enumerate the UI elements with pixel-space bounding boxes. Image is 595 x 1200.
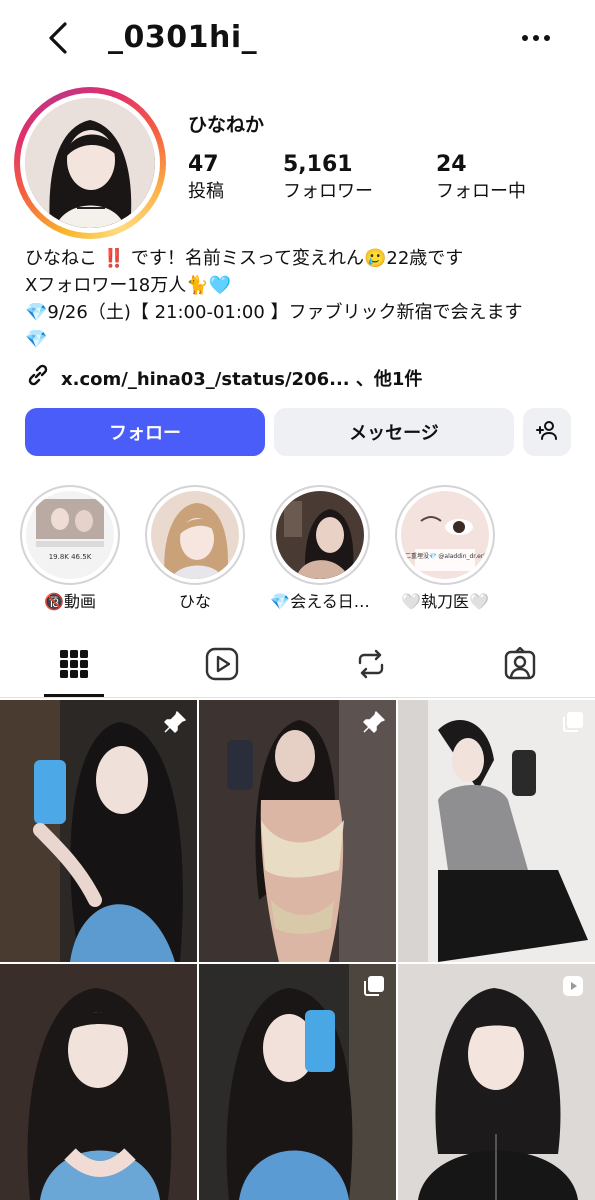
profile-link[interactable]: x.com/_hina03_/status/206... 、他1件 [25,362,422,393]
highlight-3-thumb [276,491,364,579]
link-icon [25,362,51,393]
reels-icon [205,647,239,685]
reel-icon [561,974,585,998]
grid-post-6[interactable] [398,964,595,1200]
bio-line-1: ひなねこ ‼️ です！名前ミスって変えれん🥲22歳です [25,248,464,269]
grid-post-5[interactable] [199,964,396,1200]
highlight-4[interactable]: 二重埋没💎 @aladdin_dr.eri [395,485,495,585]
repost-icon [354,647,388,685]
highlight-3[interactable] [270,485,370,585]
grid-post-2[interactable] [199,700,396,962]
bio-line-2: Xフォロワー18万人🐈🩵 [25,275,232,296]
highlight-1-label: 🔞動画 [44,592,96,611]
tab-tagged[interactable] [470,636,570,696]
tagged-person-icon [503,646,537,685]
profile-link-text: x.com/_hina03_/status/206... 、他1件 [61,368,423,390]
follow-button[interactable]: フォロー [25,408,265,456]
display-name: ひなねか [188,114,265,136]
highlight-4-caption: 二重埋没💎 @aladdin_dr.eri [405,552,485,560]
stat-posts-value: 47 [188,152,219,177]
tab-divider [0,697,595,698]
stat-following-label: フォロー中 [436,181,526,202]
stat-following[interactable]: 24 フォロー中 [436,152,526,203]
stat-followers-value: 5,161 [283,152,353,177]
highlight-4-thumb: 二重埋没💎 @aladdin_dr.eri [401,491,489,579]
highlight-3-label: 💎会える日… [270,592,370,611]
header-bar: _0301hi_ [0,0,595,80]
tab-reposts[interactable] [321,636,421,696]
stat-following-value: 24 [436,152,467,177]
stat-posts-label: 投稿 [188,181,224,202]
profile-username: _0301hi_ [108,20,258,55]
grid-icon [59,649,89,683]
bio-line-4: 💎 [25,329,48,350]
pin-icon [362,710,386,734]
suggested-users-button[interactable] [523,408,571,456]
chevron-left-icon[interactable] [40,18,80,58]
carousel-icon [362,974,386,998]
stat-followers[interactable]: 5,161 フォロワー [283,152,373,203]
grid-post-1[interactable] [0,700,197,962]
highlight-2-thumb [151,491,239,579]
pin-icon [163,710,187,734]
highlight-2-label: ひな [178,592,211,611]
grid-post-3[interactable] [398,700,595,962]
highlight-1-counts: 19.8K 46.5K [49,553,92,561]
grid-post-4[interactable] [0,964,197,1200]
more-horizontal-icon[interactable] [518,20,554,56]
highlight-2[interactable] [145,485,245,585]
tab-reels[interactable] [172,636,272,696]
highlight-1-thumb: 19.8K 46.5K [26,491,114,579]
add-person-icon [535,418,559,447]
carousel-icon [561,710,585,734]
stat-followers-label: フォロワー [283,181,373,202]
tab-active-indicator [44,694,104,697]
avatar[interactable] [25,98,155,228]
tab-posts-grid[interactable] [24,636,124,696]
message-button[interactable]: メッセージ [274,408,514,456]
stat-posts[interactable]: 47 投稿 [188,152,224,203]
highlight-4-label: 🤍執刀医🤍 [401,592,489,611]
highlight-1[interactable]: 19.8K 46.5K [20,485,120,585]
bio-line-3: 💎9/26（土)【 21:00-01:00 】ファブリック新宿で会えます [25,302,523,323]
